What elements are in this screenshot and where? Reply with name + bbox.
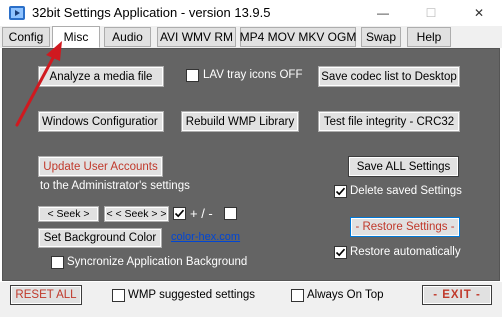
always-on-top-label: Always On Top	[307, 289, 384, 301]
checkmark-icon	[335, 187, 346, 196]
test-integrity-button[interactable]: Test file integrity - CRC32	[318, 111, 460, 132]
seek-forward-button[interactable]: < Seek >	[38, 206, 99, 222]
sync-background-checkbox[interactable]	[51, 256, 64, 269]
seek-plus-checkbox[interactable]	[173, 207, 186, 220]
save-codec-list-button[interactable]: Save codec list to Desktop	[318, 66, 460, 87]
tab-help[interactable]: Help	[407, 27, 451, 47]
minimize-button[interactable]: —	[360, 0, 406, 26]
tab-swap[interactable]: Swap	[361, 27, 401, 47]
tab-config[interactable]: Config	[2, 27, 50, 47]
tab-misc[interactable]: Misc	[52, 26, 100, 48]
tab-avi-wmv-rm[interactable]: AVI WMV RM	[157, 27, 236, 47]
delete-saved-label: Delete saved Settings	[350, 185, 462, 197]
button-label: Save codec list to Desktop	[321, 70, 457, 83]
seek-minus-checkbox[interactable]	[224, 207, 237, 220]
tab-label: MP4 MOV MKV OGM	[239, 30, 357, 44]
reset-all-button[interactable]: RESET ALL	[10, 285, 82, 305]
admin-settings-label: to the Administrator's settings	[40, 180, 190, 192]
tab-label: Misc	[63, 30, 89, 44]
button-label: - EXIT -	[433, 289, 481, 301]
button-label: Windows Configuratior	[42, 115, 158, 128]
windows-config-button[interactable]: Windows Configuratior	[38, 111, 164, 132]
minimize-icon: —	[377, 6, 389, 20]
set-background-button[interactable]: Set Background Color	[38, 228, 162, 248]
tab-label: Audio	[112, 30, 143, 44]
title-bar: 32bit Settings Application - version 13.…	[0, 0, 502, 26]
checkmark-icon	[335, 248, 346, 257]
tab-audio[interactable]: Audio	[104, 27, 151, 47]
tab-label: Help	[416, 30, 442, 44]
delete-saved-checkbox[interactable]	[334, 185, 347, 198]
sync-background-label: Syncronize Application Background	[67, 256, 248, 268]
seek-back-button[interactable]: < < Seek > >	[104, 206, 169, 222]
button-label: < Seek >	[47, 208, 90, 220]
maximize-icon: ☐	[425, 6, 437, 20]
button-label: < < Seek > >	[106, 208, 167, 220]
tab-label: AVI WMV RM	[159, 30, 234, 44]
close-button[interactable]: ✕	[456, 0, 502, 26]
color-hex-link[interactable]: color-hex.com	[171, 231, 240, 243]
lav-tray-checkbox[interactable]	[186, 69, 199, 82]
restore-settings-button[interactable]: - Restore Settings -	[350, 217, 460, 237]
checkmark-icon	[174, 209, 185, 218]
button-label: RESET ALL	[15, 289, 77, 301]
tab-mp4-mov-mkv-ogm[interactable]: MP4 MOV MKV OGM	[240, 27, 356, 47]
window-title: 32bit Settings Application - version 13.…	[32, 5, 271, 20]
button-label: Set Background Color	[43, 232, 157, 244]
button-label: Update User Accounts	[43, 160, 158, 173]
analyze-media-button[interactable]: Analyze a media file	[38, 66, 164, 87]
lav-tray-label: LAV tray icons OFF	[203, 69, 303, 81]
plus-minus-label: + / -	[190, 206, 213, 221]
tab-label: Config	[8, 30, 44, 44]
save-all-settings-button[interactable]: Save ALL Settings	[348, 156, 459, 177]
exit-button[interactable]: - EXIT -	[422, 285, 492, 305]
wmp-suggested-label: WMP suggested settings	[128, 289, 255, 301]
app-icon	[8, 4, 26, 22]
maximize-button[interactable]: ☐	[408, 0, 454, 26]
restore-auto-label: Restore automatically	[350, 246, 461, 258]
tab-label: Swap	[365, 30, 397, 44]
rebuild-wmp-button[interactable]: Rebuild WMP Library	[181, 111, 299, 132]
tab-bar: Config Misc Audio AVI WMV RM MP4 MOV MKV…	[0, 26, 502, 48]
restore-auto-checkbox[interactable]	[334, 246, 347, 259]
button-label: Rebuild WMP Library	[185, 115, 295, 128]
wmp-suggested-checkbox[interactable]	[112, 289, 125, 302]
button-label: Test file integrity - CRC32	[323, 115, 455, 128]
button-label: Analyze a media file	[49, 70, 153, 83]
always-on-top-checkbox[interactable]	[291, 289, 304, 302]
button-label: - Restore Settings -	[355, 221, 455, 233]
close-icon: ✕	[473, 6, 485, 20]
button-label: Save ALL Settings	[356, 160, 451, 173]
update-accounts-button[interactable]: Update User Accounts	[38, 156, 163, 177]
